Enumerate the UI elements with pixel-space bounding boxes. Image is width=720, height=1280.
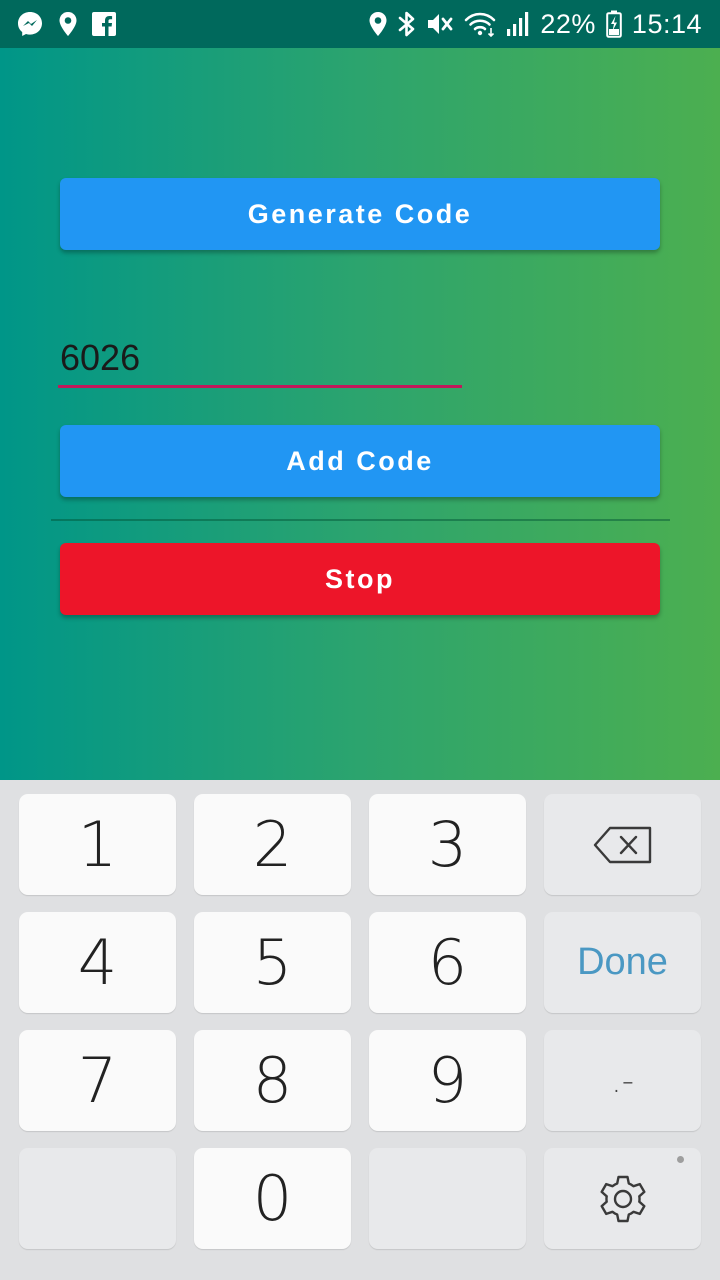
key-5[interactable]: 5 xyxy=(194,912,351,1013)
backspace-icon xyxy=(592,825,654,865)
key-1[interactable]: 1 xyxy=(19,794,176,895)
notification-icons xyxy=(16,10,116,38)
app-content: Generate Code 6026 Add Code Stop xyxy=(0,48,720,780)
symbol-key[interactable]: .- xyxy=(544,1030,701,1131)
bluetooth-icon xyxy=(398,10,416,38)
settings-key[interactable] xyxy=(544,1148,701,1249)
settings-indicator-dot xyxy=(677,1156,684,1163)
location-icon xyxy=(368,11,388,37)
key-0[interactable]: 0 xyxy=(194,1148,351,1249)
settings-icon xyxy=(594,1170,652,1228)
generate-code-button[interactable]: Generate Code xyxy=(60,178,660,250)
numeric-keyboard: 1 2 3 4 5 6 Done 7 8 9 .- 0 xyxy=(0,780,720,1280)
location-pin-icon xyxy=(58,11,78,37)
divider xyxy=(51,519,670,521)
code-input[interactable]: 6026 xyxy=(58,330,462,388)
blank-key-left xyxy=(19,1148,176,1249)
stop-button[interactable]: Stop xyxy=(60,543,660,615)
phone-screen: 22% 15:14 Generate Code 6026 Add Code St… xyxy=(0,0,720,1280)
status-bar: 22% 15:14 xyxy=(0,0,720,48)
system-icons: 22% 15:14 xyxy=(368,9,702,40)
done-key[interactable]: Done xyxy=(544,912,701,1013)
key-6[interactable]: 6 xyxy=(369,912,526,1013)
key-8[interactable]: 8 xyxy=(194,1030,351,1131)
backspace-key[interactable] xyxy=(544,794,701,895)
battery-percent: 22% xyxy=(540,8,596,39)
battery-icon xyxy=(606,10,622,38)
add-code-button[interactable]: Add Code xyxy=(60,425,660,497)
blank-key-right xyxy=(369,1148,526,1249)
wifi-icon xyxy=(464,11,496,37)
key-4[interactable]: 4 xyxy=(19,912,176,1013)
key-2[interactable]: 2 xyxy=(194,794,351,895)
messenger-icon xyxy=(16,10,44,38)
key-9[interactable]: 9 xyxy=(369,1030,526,1131)
signal-icon xyxy=(506,11,530,37)
key-3[interactable]: 3 xyxy=(369,794,526,895)
clock: 15:14 xyxy=(631,8,702,39)
mute-icon xyxy=(426,11,454,37)
key-7[interactable]: 7 xyxy=(19,1030,176,1131)
facebook-icon xyxy=(92,12,116,36)
